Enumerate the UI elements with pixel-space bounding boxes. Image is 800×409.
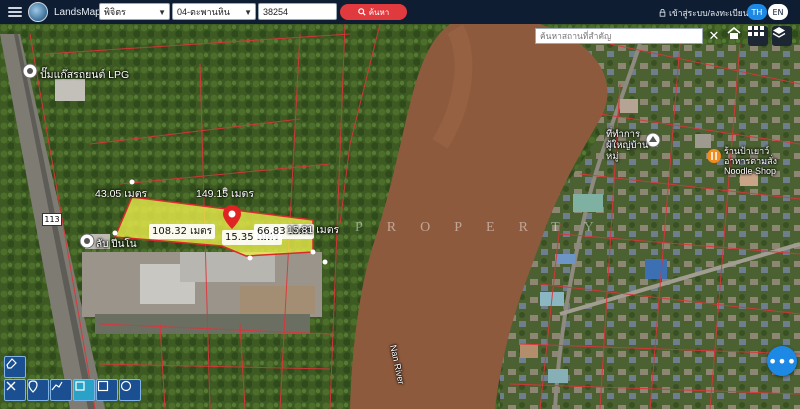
line-icon xyxy=(51,381,63,391)
shop-label: ร้านป้าเยาว์ อาหารตามสั่ง Noodle Shop xyxy=(724,146,777,176)
circle-icon xyxy=(120,380,132,392)
close-icon[interactable]: ✕ xyxy=(706,28,722,44)
grid-icon xyxy=(748,26,764,36)
search-icon xyxy=(357,8,366,16)
layers-icon xyxy=(772,27,786,38)
search-button[interactable]: ค้นหา xyxy=(340,4,407,20)
chevron-down-icon: ▼ xyxy=(244,8,252,17)
marker-tool[interactable] xyxy=(27,379,49,401)
cross-tool[interactable] xyxy=(4,379,26,401)
measurement-label: 149.15 เมตร xyxy=(196,188,255,200)
gas-station-label: ปั๊มแก๊สรถยนต์ LPG xyxy=(40,69,130,81)
measurement-label: 15.81 เมตร xyxy=(287,224,340,236)
home-icon xyxy=(727,27,741,39)
lang-th-button[interactable]: TH xyxy=(747,4,767,20)
more-icon: ••• xyxy=(767,351,797,371)
grid-button[interactable] xyxy=(748,26,768,46)
parcel-number-input[interactable]: 38254 xyxy=(258,3,337,20)
province-select[interactable]: พิจิตร ▼ xyxy=(99,3,170,20)
polygon-icon xyxy=(75,381,85,391)
line-tool[interactable] xyxy=(50,379,72,401)
road-number-badge: 113 xyxy=(42,213,62,226)
eraser-icon xyxy=(6,358,17,369)
property-watermark: PROPERTY xyxy=(355,220,618,235)
province-value: พิจิตร xyxy=(104,6,126,17)
brand-name: LandsMaps xyxy=(54,6,106,18)
cross-icon xyxy=(6,381,16,391)
login-label: เข้าสู่ระบบ/ลงทะเบียน xyxy=(669,8,749,18)
marker-icon xyxy=(28,380,38,393)
measurement-label: 108.32 เมตร xyxy=(149,224,216,239)
menu-icon[interactable] xyxy=(8,7,22,17)
location-pin-icon[interactable] xyxy=(223,205,241,229)
place-search-input[interactable]: ค้นหาสถานที่สำคัญ xyxy=(535,28,703,44)
more-options-button[interactable]: ••• xyxy=(767,346,797,376)
eraser-tool[interactable] xyxy=(4,356,26,378)
layers-button[interactable] xyxy=(772,26,792,46)
lang-en-button[interactable]: EN xyxy=(768,4,788,20)
measurement-label: 43.05 เมตร xyxy=(95,188,148,200)
lock-icon xyxy=(659,9,666,17)
gas-station-icon[interactable] xyxy=(22,63,38,79)
landsmaps-logo xyxy=(28,2,48,22)
pond-label: ลับ ปีนโน xyxy=(96,239,137,250)
rectangle-icon xyxy=(97,380,109,392)
restaurant-icon[interactable] xyxy=(706,148,722,164)
district-value: 04-ตะพานหิน xyxy=(177,6,230,17)
district-select[interactable]: 04-ตะพานหิน ▼ xyxy=(172,3,256,20)
poi-icon[interactable] xyxy=(79,233,95,249)
search-button-label: ค้นหา xyxy=(368,7,390,17)
map-view[interactable]: PROPERTY ปั๊มแก๊สรถยนต์ LPG ลับ ปีนโน ที… xyxy=(0,24,800,409)
parcel-number-value: 38254 xyxy=(263,6,289,17)
rectangle-tool[interactable] xyxy=(96,379,118,401)
home-button[interactable] xyxy=(727,27,745,45)
login-link[interactable]: เข้าสู่ระบบ/ลงทะเบียน xyxy=(659,6,749,20)
polygon-tool[interactable] xyxy=(73,379,95,401)
village-office-label: ที่ทำการ ผู้ใหญ่บ้าน หมู่ xyxy=(606,129,649,162)
circle-tool[interactable] xyxy=(119,379,141,401)
chevron-down-icon: ▼ xyxy=(158,8,166,17)
